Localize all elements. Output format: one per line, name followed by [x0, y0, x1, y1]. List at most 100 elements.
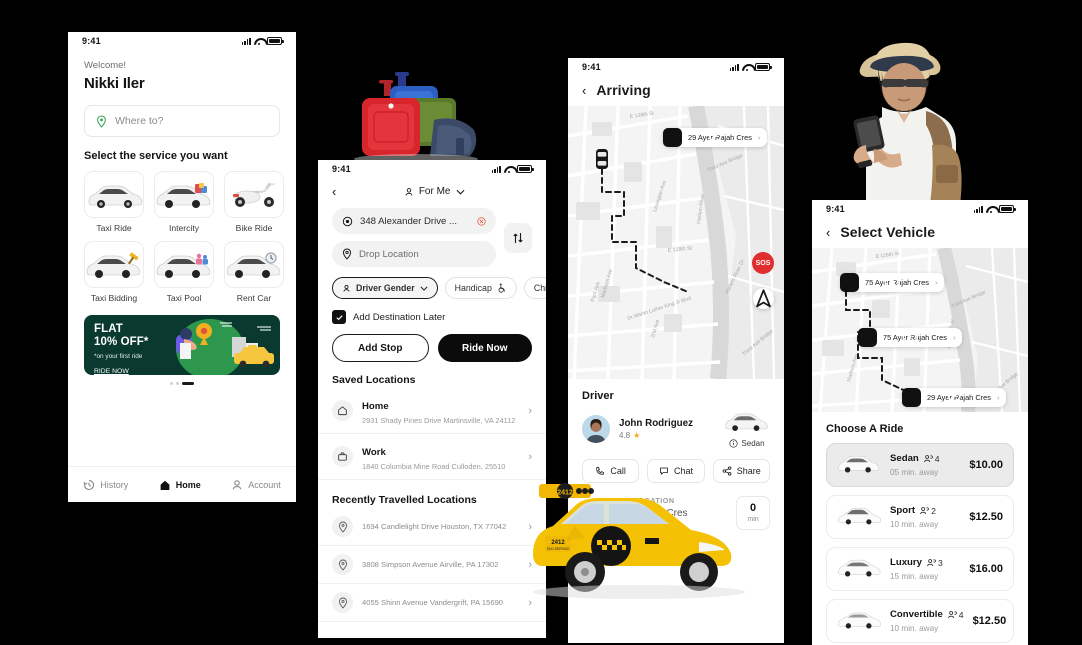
rider-selector[interactable]: For Me [404, 186, 465, 197]
convertible-car-icon [837, 608, 882, 634]
car-with-auction-icon [84, 241, 144, 288]
select-vehicle-header: ‹ Select Vehicle [812, 218, 1028, 248]
sos-button[interactable]: SOS [752, 252, 774, 274]
ride-now-button[interactable]: Ride Now [437, 334, 532, 362]
chip-child[interactable]: Child [523, 277, 546, 299]
ride-option-convertible[interactable]: Convertible 4 10 min. away $12.50 [826, 599, 1014, 643]
ride-option-sedan[interactable]: Sedan 4 05 min. away $10.00 [826, 443, 1014, 487]
choose-ride-title: Choose A Ride [826, 423, 904, 435]
saved-location-title: Home [362, 401, 389, 412]
drop-input[interactable]: Drop Location [332, 241, 496, 267]
destination-pin-icon [902, 388, 961, 407]
service-taxi-bidding[interactable]: Taxi Bidding [84, 241, 144, 303]
location-pin-icon [96, 114, 107, 128]
recent-location-item[interactable]: 1694 Candlelight Drive Houston, TX 77042… [318, 508, 546, 546]
tab-home[interactable]: Home [159, 479, 201, 491]
navigation-arrow-icon [756, 289, 771, 308]
pickup-input[interactable]: 348 Alexander Drive ... [332, 208, 496, 234]
add-stop-button[interactable]: Add Stop [332, 334, 429, 362]
carousel-dot[interactable] [176, 382, 179, 385]
home-icon [159, 479, 171, 491]
back-button[interactable]: ‹ [582, 84, 586, 97]
add-destination-later-label: Add Destination Later [353, 311, 446, 323]
promo-cta-link[interactable]: RIDE NOW [94, 368, 129, 375]
carousel-dot[interactable] [170, 382, 173, 385]
bottom-tab-bar: History Home Account [68, 466, 296, 502]
chevron-right-icon: › [528, 404, 532, 417]
info-icon [729, 439, 739, 448]
ride-option-luxury[interactable]: Luxury 3 15 min. away $16.00 [826, 547, 1014, 591]
tab-history[interactable]: History [83, 479, 128, 491]
route-map[interactable]: E 128th St Madison Ave Harlem River Thir… [812, 248, 1028, 412]
carousel-dot-active[interactable] [182, 382, 194, 385]
add-destination-later-checkbox[interactable] [332, 310, 346, 324]
vehicle-type: Sedan [741, 439, 765, 448]
ride-price: $10.00 [969, 459, 1003, 471]
ride-eta: 05 min. away [890, 468, 939, 477]
service-taxi-pool[interactable]: Taxi Pool [154, 241, 214, 303]
taxi-photo: 2412 2412 TAXI SERVICE [527, 476, 753, 606]
service-bike-ride[interactable]: Bike Ride [224, 171, 284, 233]
ride-name: Convertible [890, 609, 943, 620]
user-name: Nikki Iler [84, 75, 145, 92]
avatar [582, 415, 610, 443]
compass-button[interactable] [753, 288, 774, 309]
wifi-icon [504, 165, 514, 173]
chat-icon [659, 466, 669, 476]
seat-count: 4 [958, 609, 964, 620]
arriving-header: ‹ Arriving [568, 76, 784, 106]
recent-location-address: 3808 Simpson Avenue Airville, PA 17302 [362, 560, 499, 569]
ride-name: Sedan [890, 453, 919, 464]
route-pill-pickup[interactable]: 75 Ayer Rajah Cres › [840, 273, 945, 292]
add-destination-later-row[interactable]: Add Destination Later [318, 299, 546, 324]
ride-option-sport[interactable]: Sport 2 10 min. away $12.50 [826, 495, 1014, 539]
destination-pin-icon [663, 128, 722, 147]
booking-header: ‹ For Me [318, 178, 546, 208]
saved-location-work[interactable]: Work 1840 Columbia Mine Road Culloden, 2… [318, 434, 546, 480]
saved-location-home[interactable]: Home 2931 Shady Pines Drive Martinsville… [318, 388, 546, 434]
service-rent-car[interactable]: Rent Car [224, 241, 284, 303]
swap-locations-button[interactable] [504, 222, 532, 253]
seat-capacity: 4 [923, 454, 940, 464]
tab-account[interactable]: Account [231, 479, 281, 491]
service-intercity[interactable]: Intercity [154, 171, 214, 233]
woman-with-phone-photo [822, 25, 982, 205]
route-pill-destination[interactable]: 29 Ayer Rajah Cres › [902, 388, 1007, 407]
chevron-down-icon [420, 286, 428, 291]
service-taxi-ride[interactable]: Taxi Ride [84, 171, 144, 233]
person-icon [404, 187, 414, 197]
seat-count: 3 [938, 557, 943, 568]
saved-location-address: 1840 Columbia Mine Road Culloden, 25510 [362, 462, 506, 471]
chip-handicap[interactable]: Handicap [444, 277, 517, 299]
battery-icon [517, 165, 534, 173]
phone-home-screen: 9:41 Welcome! Nikki Iler Where to? Selec… [68, 32, 296, 502]
carousel-dots[interactable] [84, 382, 280, 385]
action-label: Call [610, 466, 626, 476]
search-placeholder: Where to? [115, 115, 164, 127]
pin-icon [332, 592, 353, 613]
vehicle-info: Sedan [724, 410, 770, 448]
back-button[interactable]: ‹ [826, 226, 830, 239]
service-label: Taxi Bidding [90, 293, 138, 303]
recent-location-item[interactable]: 4055 Shinn Avenue Vandergrift, PA 15690 … [318, 584, 546, 622]
promo-illustration [162, 315, 280, 375]
sedan-car-icon [725, 413, 768, 431]
wifi-icon [986, 205, 996, 213]
trip-map[interactable]: E 128th St E 128th St Madison Ave Lexing… [568, 106, 784, 379]
recent-location-item[interactable]: 3808 Simpson Avenue Airville, PA 17302 › [318, 546, 546, 584]
search-input[interactable]: Where to? [84, 105, 280, 137]
destination-pill[interactable]: 29 Ayer Rajah Cres › [663, 128, 768, 147]
clear-icon[interactable] [477, 216, 486, 226]
route-pill-stop[interactable]: 75 Ayer Rajah Cres › [858, 328, 963, 347]
signal-icon [491, 165, 501, 173]
services-grid: Taxi Ride Intercity Bike Ride Taxi Biddi… [84, 171, 284, 303]
driver-car-marker [595, 148, 609, 170]
back-button[interactable]: ‹ [332, 185, 336, 198]
svg-text:TAXI SERVICE: TAXI SERVICE [546, 547, 570, 551]
promo-banner[interactable]: FLAT 10% OFF* *on your first ride RIDE NO… [84, 315, 280, 375]
action-label: Share [736, 466, 761, 476]
car-with-clock-icon [224, 241, 284, 288]
driver-rating: 4.8 ★ [619, 431, 693, 440]
chip-driver-gender[interactable]: Driver Gender [332, 277, 438, 299]
person-icon [342, 284, 351, 293]
